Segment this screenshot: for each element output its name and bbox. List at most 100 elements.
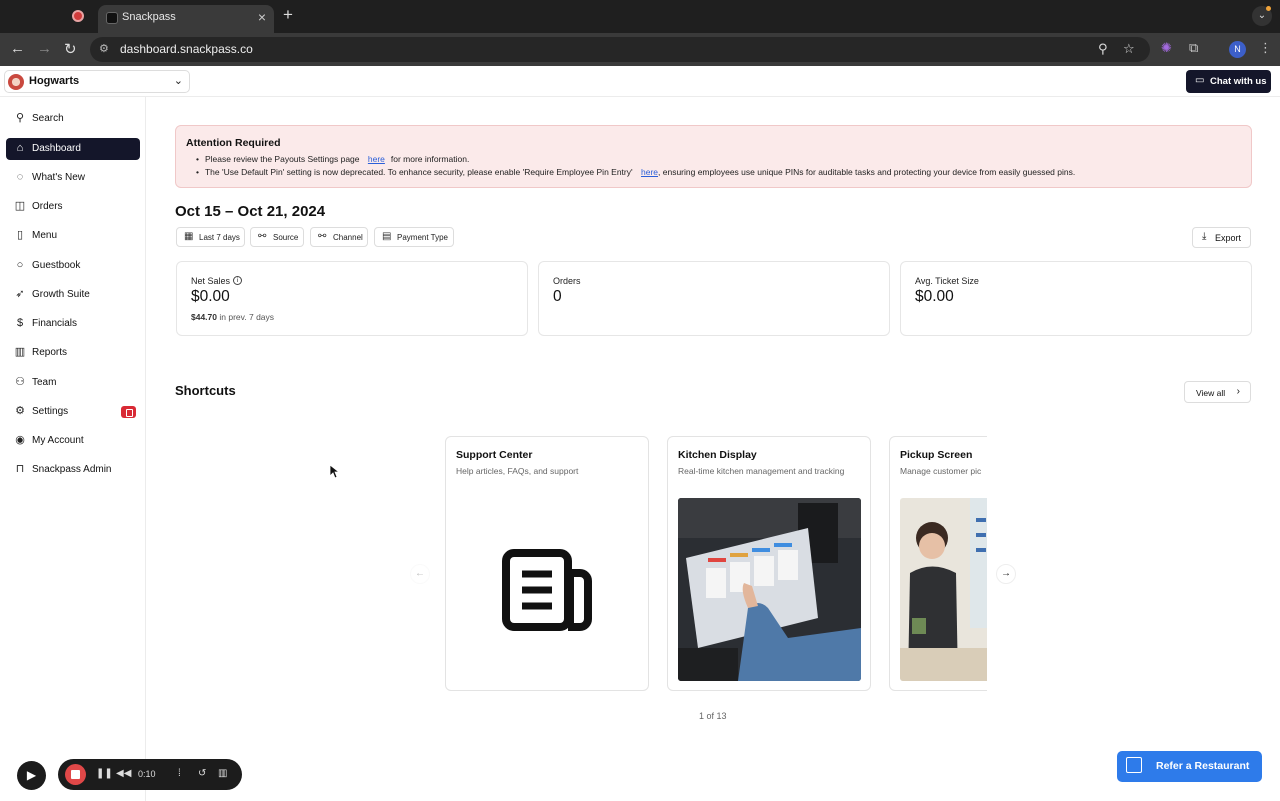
sidebar-item-search[interactable]: ⚲ Search bbox=[6, 108, 140, 130]
sidebar-item-label: My Account bbox=[32, 435, 84, 446]
sidebar-item-label: Team bbox=[32, 377, 57, 388]
new-tab-icon[interactable]: + bbox=[283, 5, 293, 25]
sidebar-item-growth-suite[interactable]: ➶ Growth Suite bbox=[6, 284, 140, 306]
lock-icon: ⊓ bbox=[15, 463, 25, 475]
store-logo bbox=[8, 74, 24, 90]
wallet-icon: ▤ bbox=[382, 231, 392, 242]
sidebar-item-label: Search bbox=[32, 113, 64, 124]
extensions-puzzle-icon[interactable]: ⧉ bbox=[1189, 40, 1198, 56]
stat-label: Orders bbox=[553, 276, 581, 286]
sidebar-item-label: Reports bbox=[32, 347, 68, 358]
sidebar-item-reports[interactable]: ▥ Reports bbox=[6, 342, 140, 364]
sidebar-item-label: Settings bbox=[32, 406, 69, 417]
tab-search-icon[interactable]: ⌄ bbox=[1252, 6, 1272, 26]
sidebar-item-financials[interactable]: $ Financials bbox=[6, 313, 140, 335]
carousel-next-button[interactable]: → bbox=[996, 564, 1016, 584]
bookmark-star-icon[interactable]: ☆ bbox=[1123, 41, 1135, 57]
sidebar-item-label: Menu bbox=[32, 230, 58, 241]
url-text[interactable]: dashboard.snackpass.co bbox=[120, 42, 253, 56]
sidebar-item-orders[interactable]: ◫ Orders bbox=[6, 196, 140, 218]
zoom-icon[interactable]: ⚲ bbox=[1098, 41, 1108, 57]
sidebar-item-label: Growth Suite bbox=[32, 289, 90, 300]
filter-label: Last 7 days bbox=[199, 233, 240, 242]
card-title: Kitchen Display bbox=[678, 449, 757, 461]
app-header: Hogwarts ⌄ ▭ Chat with us bbox=[0, 66, 1280, 97]
previous-value: $44.70 bbox=[191, 312, 217, 322]
refer-label: Refer a Restaurant bbox=[1156, 760, 1250, 772]
alert-line-payouts: • Please review the Payouts Settings page… bbox=[196, 154, 470, 164]
address-bar[interactable]: ⚙ dashboard.snackpass.co ⚲ ☆ bbox=[90, 37, 1150, 62]
shortcuts-carousel: Support Center Help articles, FAQs, and … bbox=[440, 430, 987, 700]
reload-icon[interactable]: ↻ bbox=[64, 40, 77, 58]
chat-bubble-icon: ○ bbox=[16, 259, 24, 271]
sidebar-item-team[interactable]: ⚇ Team bbox=[6, 372, 140, 394]
filter-label: Payment Type bbox=[397, 233, 448, 242]
home-icon: ⌂ bbox=[16, 142, 24, 154]
alert-line-pin: • The 'Use Default Pin' setting is now de… bbox=[196, 167, 1076, 177]
profile-avatar[interactable]: N bbox=[1229, 41, 1246, 58]
info-icon[interactable]: i bbox=[233, 276, 242, 285]
snackpass-favicon bbox=[106, 12, 118, 24]
shortcuts-title: Shortcuts bbox=[175, 383, 236, 398]
shortcut-card-pickup-screen[interactable]: Pickup Screen Manage customer pic bbox=[889, 436, 987, 691]
grid-icon[interactable]: ⁞ bbox=[178, 768, 181, 779]
close-tab-icon[interactable]: × bbox=[258, 9, 266, 25]
pin-settings-link[interactable]: here bbox=[641, 167, 658, 177]
stat-value: 0 bbox=[553, 288, 562, 305]
stat-label: Net Sales bbox=[191, 276, 231, 286]
calendar-icon: ▦ bbox=[184, 231, 194, 242]
kitchen-display-photo bbox=[678, 498, 861, 681]
store-selector[interactable]: Hogwarts ⌄ bbox=[4, 70, 190, 93]
filter-source[interactable]: ⚯ Source bbox=[250, 227, 304, 247]
sidebar-item-guestbook[interactable]: ○ Guestbook bbox=[6, 255, 140, 277]
restart-icon[interactable]: ↺ bbox=[198, 768, 206, 779]
alert-title: Attention Required bbox=[186, 137, 281, 149]
extension-icon[interactable]: ✺ bbox=[1161, 40, 1172, 56]
attention-alert: Attention Required • Please review the Pa… bbox=[175, 125, 1252, 188]
sidebar-item-whats-new[interactable]: ◌ What's New bbox=[6, 167, 140, 189]
card-description: Help articles, FAQs, and support bbox=[456, 466, 579, 476]
shortcut-card-kitchen-display[interactable]: Kitchen Display Real-time kitchen manage… bbox=[667, 436, 871, 691]
trash-icon[interactable]: ▥ bbox=[218, 768, 227, 779]
back-icon[interactable]: ← bbox=[10, 40, 25, 57]
view-all-button[interactable]: View all › bbox=[1184, 381, 1251, 403]
sidebar-item-snackpass-admin[interactable]: ⊓ Snackpass Admin bbox=[6, 459, 140, 481]
browser-tab[interactable]: Snackpass × bbox=[98, 5, 274, 33]
export-button[interactable]: ⤓ Export bbox=[1192, 227, 1251, 248]
stat-comparison: $44.70 in prev. 7 days bbox=[191, 312, 274, 322]
stat-label: Avg. Ticket Size bbox=[915, 276, 979, 286]
filter-channel[interactable]: ⚯ Channel bbox=[310, 227, 368, 247]
user-circle-icon: ◉ bbox=[15, 434, 25, 446]
book-icon: ▯ bbox=[16, 229, 24, 241]
pause-icon[interactable]: ❚❚ bbox=[96, 768, 113, 779]
filter-date-range[interactable]: ▦ Last 7 days bbox=[176, 227, 245, 247]
recording-tab-icon[interactable] bbox=[72, 10, 84, 22]
net-sales-card: Net Sales i $0.00 $44.70 in prev. 7 days bbox=[176, 261, 528, 336]
payouts-settings-link[interactable]: here bbox=[368, 154, 385, 164]
rewind-icon[interactable]: ◀◀ bbox=[116, 768, 131, 779]
forward-icon[interactable]: → bbox=[37, 40, 52, 57]
site-info-icon[interactable]: ⚙ bbox=[99, 42, 109, 55]
sidebar-item-settings[interactable]: ⚙ Settings bbox=[6, 401, 140, 423]
sidebar-item-label: Guestbook bbox=[32, 260, 81, 271]
carousel-prev-button[interactable]: ← bbox=[410, 564, 430, 584]
search-icon: ⚲ bbox=[15, 112, 25, 124]
sidebar-item-dashboard[interactable]: ⌂ Dashboard bbox=[6, 138, 140, 160]
browser-menu-icon[interactable]: ⋮ bbox=[1259, 40, 1272, 56]
filter-label: Source bbox=[273, 233, 299, 242]
orders-card: Orders 0 bbox=[538, 261, 890, 336]
people-icon: ⚇ bbox=[15, 376, 25, 388]
source-icon: ⚯ bbox=[258, 231, 267, 242]
avg-ticket-card: Avg. Ticket Size $0.00 bbox=[900, 261, 1252, 336]
camera-icon[interactable]: ▶ bbox=[17, 761, 46, 790]
chat-with-us-button[interactable]: ▭ Chat with us bbox=[1186, 70, 1271, 93]
sidebar-item-my-account[interactable]: ◉ My Account bbox=[6, 430, 140, 452]
filter-label: Channel bbox=[333, 233, 363, 242]
chevron-right-icon: › bbox=[1236, 386, 1240, 397]
sidebar-item-menu[interactable]: ▯ Menu bbox=[6, 225, 140, 247]
refer-restaurant-button[interactable]: Refer a Restaurant bbox=[1117, 751, 1262, 782]
filter-payment-type[interactable]: ▤ Payment Type bbox=[374, 227, 454, 247]
shortcut-card-support-center[interactable]: Support Center Help articles, FAQs, and … bbox=[445, 436, 649, 691]
stop-recording-button[interactable] bbox=[65, 764, 86, 785]
previous-suffix: in prev. 7 days bbox=[219, 312, 275, 322]
